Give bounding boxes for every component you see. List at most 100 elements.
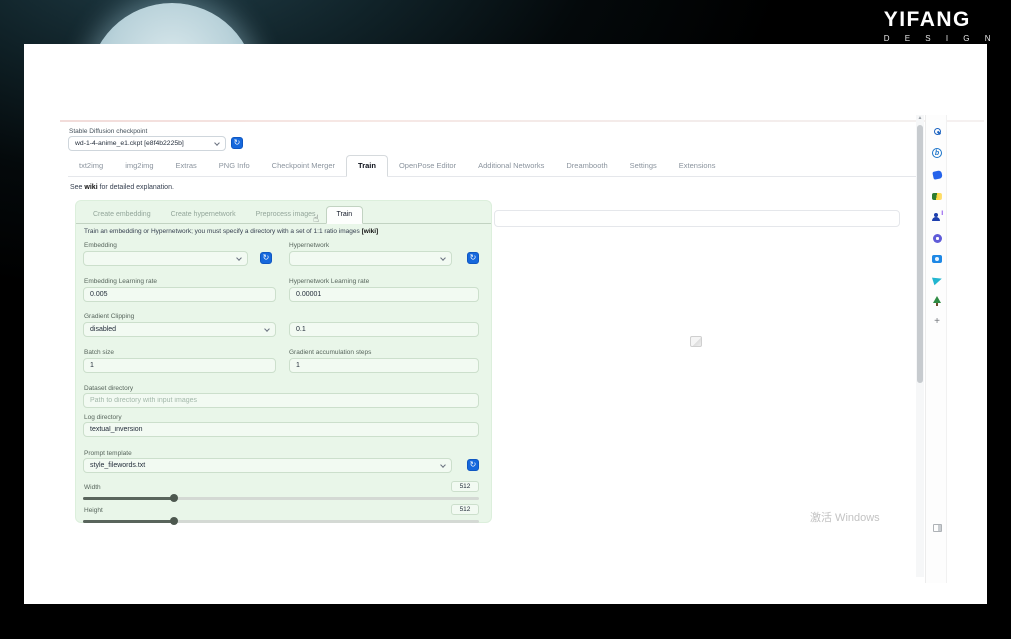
tab-dreambooth[interactable]: Dreambooth [555, 156, 618, 176]
paper-plane-shape [931, 274, 943, 286]
scrollbar-thumb[interactable] [917, 125, 923, 383]
wiki-note: See wiki for detailed explanation. [70, 184, 174, 191]
tree-shape [932, 295, 942, 307]
chevron-down-icon [440, 461, 446, 468]
height-value-box[interactable]: 512 [451, 504, 479, 515]
plus-glyph: + [934, 316, 940, 327]
person-body [932, 217, 940, 221]
chevron-down-icon [440, 254, 446, 261]
width-value-box[interactable]: 512 [451, 481, 479, 492]
embedding-lr-input[interactable] [83, 287, 276, 302]
cursor-hand-icon: ☝ [313, 214, 320, 225]
shopping-icon[interactable] [931, 169, 943, 181]
dataset-directory-label: Dataset directory [84, 385, 134, 392]
send-icon[interactable] [931, 274, 943, 286]
training-output-textbox[interactable] [494, 210, 900, 227]
scrollbar-up-arrow[interactable]: ▲ [916, 115, 924, 121]
height-label: Height [84, 507, 103, 514]
log-directory-input[interactable] [83, 422, 479, 437]
train-description: Train an embedding or Hypernetwork; you … [84, 228, 378, 235]
checkpoint-label: Stable Diffusion checkpoint [69, 128, 148, 135]
prompt-template-refresh-button[interactable]: ↻ [467, 459, 479, 471]
prompt-template-dropdown[interactable]: style_filewords.txt [83, 458, 452, 473]
tree-trunk [936, 302, 938, 306]
width-slider[interactable] [83, 494, 479, 502]
browser-page: Stable Diffusion checkpoint wd-1-4-anime… [24, 44, 987, 604]
dataset-directory-input[interactable] [83, 393, 479, 408]
browser-sidebar: b I + [925, 115, 947, 583]
gradient-accumulation-input[interactable] [289, 358, 479, 373]
width-slider-thumb[interactable] [170, 494, 179, 502]
chevron-down-icon [264, 325, 270, 332]
hypernetwork-dropdown[interactable] [289, 251, 452, 266]
gradient-clipping-value: disabled [90, 326, 117, 333]
tab-txt2img[interactable]: txt2img [68, 156, 114, 176]
brand-subtitle: D E S I G N [883, 34, 997, 43]
tree-icon[interactable] [931, 295, 943, 307]
hypernetwork-lr-input[interactable] [289, 287, 479, 302]
tab-img2img[interactable]: img2img [114, 156, 164, 176]
shopping-bag-shape [931, 170, 943, 180]
train-subtab-bar: Create embedding Create hypernetwork Pre… [76, 204, 491, 224]
embedding-label: Embedding [84, 242, 117, 249]
broken-image-icon [690, 336, 702, 347]
refresh-icon: ↻ [469, 253, 477, 262]
embedding-dropdown[interactable] [83, 251, 248, 266]
batch-size-label: Batch size [84, 349, 114, 356]
translate-icon[interactable]: I [931, 211, 943, 223]
hypernetwork-refresh-button[interactable]: ↻ [467, 252, 479, 264]
hypernetwork-lr-label: Hypernetwork Learning rate [289, 278, 370, 285]
tab-openpose-editor[interactable]: OpenPose Editor [388, 156, 467, 176]
refresh-icon: ↻ [233, 138, 241, 147]
gear-ring-shape [932, 233, 942, 243]
gradient-clipping-dropdown[interactable]: disabled [83, 322, 276, 337]
tab-train[interactable]: Train [346, 155, 388, 177]
refresh-icon: ↻ [469, 460, 477, 469]
train-description-text: Train an embedding or Hypernetwork; you … [84, 228, 362, 235]
games-icon[interactable] [931, 232, 943, 244]
add-sidebar-item-icon[interactable]: + [931, 316, 943, 328]
wiki-note-pre: See [70, 184, 85, 191]
tab-extensions[interactable]: Extensions [668, 156, 727, 176]
person-shape: I [932, 211, 943, 222]
wiki-note-post: for detailed explanation. [97, 184, 174, 191]
tab-extras[interactable]: Extras [165, 156, 208, 176]
batch-size-input[interactable] [83, 358, 276, 373]
tab-additional-networks[interactable]: Additional Networks [467, 156, 555, 176]
search-icon[interactable] [931, 125, 943, 137]
windows-activation-watermark: 激活 Windows [810, 512, 880, 524]
image-creator-icon[interactable] [931, 190, 943, 202]
height-slider-fill [83, 520, 175, 523]
gradient-clipping-label: Gradient Clipping [84, 313, 135, 320]
camera-lens [935, 257, 939, 261]
height-slider[interactable] [83, 517, 479, 525]
screenshot-icon[interactable] [931, 253, 943, 265]
camera-shape [932, 255, 942, 263]
search-icon-handle [936, 130, 941, 135]
height-slider-thumb[interactable] [170, 517, 179, 525]
brand-name: YIFANG [883, 8, 971, 31]
main-tab-bar: txt2img img2img Extras PNG Info Checkpoi… [68, 155, 918, 177]
tab-settings[interactable]: Settings [619, 156, 668, 176]
bing-chat-icon[interactable]: b [931, 147, 943, 159]
embedding-lr-label: Embedding Learning rate [84, 278, 157, 285]
wiki-link[interactable]: wiki [84, 184, 97, 191]
train-description-wiki-link[interactable]: [wiki] [362, 228, 379, 235]
gradient-accumulation-label: Gradient accumulation steps [289, 349, 372, 356]
bing-letter: b [932, 148, 942, 158]
sidebar-panel-icon[interactable] [931, 522, 943, 534]
translate-letter: I [941, 211, 943, 217]
train-panel: Create embedding Create hypernetwork Pre… [75, 200, 492, 525]
chevron-down-icon [236, 254, 242, 261]
checkpoint-refresh-button[interactable]: ↻ [231, 137, 243, 149]
subtab-create-embedding[interactable]: Create embedding [83, 207, 161, 223]
subtab-train[interactable]: Train [325, 206, 364, 224]
embedding-refresh-button[interactable]: ↻ [260, 252, 272, 264]
subtab-create-hypernetwork[interactable]: Create hypernetwork [161, 207, 246, 223]
chevron-down-icon [214, 139, 220, 146]
checkpoint-value: wd-1-4-anime_e1.ckpt [e8f4b2225b] [75, 140, 184, 147]
checkpoint-dropdown[interactable]: wd-1-4-anime_e1.ckpt [e8f4b2225b] [68, 136, 226, 151]
gradient-clipping-value-input[interactable] [289, 322, 479, 337]
tab-png-info[interactable]: PNG Info [208, 156, 261, 176]
tab-checkpoint-merger[interactable]: Checkpoint Merger [261, 156, 346, 176]
